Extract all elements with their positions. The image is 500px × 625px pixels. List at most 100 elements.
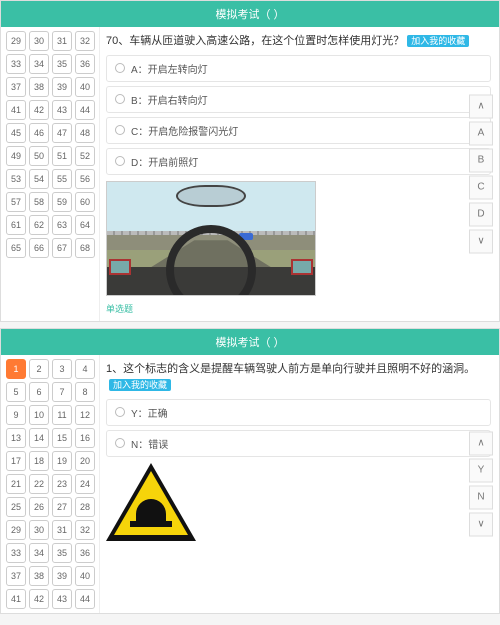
- question-cell-30[interactable]: 30: [29, 520, 49, 540]
- question-cell-50[interactable]: 50: [29, 146, 49, 166]
- question-cell-6[interactable]: 6: [29, 382, 49, 402]
- question-cell-24[interactable]: 24: [75, 474, 95, 494]
- answer-c-button[interactable]: C: [469, 175, 493, 199]
- question-cell-53[interactable]: 53: [6, 169, 26, 189]
- question-cell-42[interactable]: 42: [29, 100, 49, 120]
- question-cell-31[interactable]: 31: [52, 31, 72, 51]
- question-cell-41[interactable]: 41: [6, 100, 26, 120]
- question-cell-12[interactable]: 12: [75, 405, 95, 425]
- question-cell-1[interactable]: 1: [6, 359, 26, 379]
- question-cell-40[interactable]: 40: [75, 566, 95, 586]
- question-cell-28[interactable]: 28: [75, 497, 95, 517]
- question-cell-62[interactable]: 62: [29, 215, 49, 235]
- question-cell-31[interactable]: 31: [52, 520, 72, 540]
- question-cell-19[interactable]: 19: [52, 451, 72, 471]
- question-cell-7[interactable]: 7: [52, 382, 72, 402]
- question-cell-5[interactable]: 5: [6, 382, 26, 402]
- question-cell-37[interactable]: 37: [6, 566, 26, 586]
- question-cell-47[interactable]: 47: [52, 123, 72, 143]
- question-cell-40[interactable]: 40: [75, 77, 95, 97]
- question-cell-18[interactable]: 18: [29, 451, 49, 471]
- question-cell-51[interactable]: 51: [52, 146, 72, 166]
- question-cell-68[interactable]: 68: [75, 238, 95, 258]
- question-cell-45[interactable]: 45: [6, 123, 26, 143]
- question-cell-38[interactable]: 38: [29, 77, 49, 97]
- question-cell-43[interactable]: 43: [52, 589, 72, 609]
- question-cell-46[interactable]: 46: [29, 123, 49, 143]
- answer-y-button[interactable]: Y: [469, 458, 493, 482]
- question-cell-23[interactable]: 23: [52, 474, 72, 494]
- question-cell-35[interactable]: 35: [52, 543, 72, 563]
- question-cell-29[interactable]: 29: [6, 520, 26, 540]
- question-cell-13[interactable]: 13: [6, 428, 26, 448]
- question-cell-60[interactable]: 60: [75, 192, 95, 212]
- question-cell-33[interactable]: 33: [6, 543, 26, 563]
- prev-button[interactable]: ∧: [469, 431, 493, 455]
- question-cell-10[interactable]: 10: [29, 405, 49, 425]
- question-cell-17[interactable]: 17: [6, 451, 26, 471]
- question-cell-64[interactable]: 64: [75, 215, 95, 235]
- question-cell-65[interactable]: 65: [6, 238, 26, 258]
- question-cell-37[interactable]: 37: [6, 77, 26, 97]
- question-cell-30[interactable]: 30: [29, 31, 49, 51]
- question-cell-55[interactable]: 55: [52, 169, 72, 189]
- next-button[interactable]: ∨: [469, 512, 493, 536]
- question-cell-32[interactable]: 32: [75, 31, 95, 51]
- question-cell-4[interactable]: 4: [75, 359, 95, 379]
- question-cell-3[interactable]: 3: [52, 359, 72, 379]
- option-row[interactable]: D：开启前照灯: [106, 148, 491, 175]
- question-cell-67[interactable]: 67: [52, 238, 72, 258]
- question-cell-59[interactable]: 59: [52, 192, 72, 212]
- question-cell-56[interactable]: 56: [75, 169, 95, 189]
- answer-d-button[interactable]: D: [469, 202, 493, 226]
- question-cell-36[interactable]: 36: [75, 54, 95, 74]
- question-cell-27[interactable]: 27: [52, 497, 72, 517]
- add-favorite-button[interactable]: 加入我的收藏: [109, 379, 171, 391]
- question-cell-38[interactable]: 38: [29, 566, 49, 586]
- question-cell-54[interactable]: 54: [29, 169, 49, 189]
- answer-a-button[interactable]: A: [469, 121, 493, 145]
- question-cell-49[interactable]: 49: [6, 146, 26, 166]
- option-row[interactable]: C：开启危险报警闪光灯: [106, 117, 491, 144]
- answer-b-button[interactable]: B: [469, 148, 493, 172]
- option-row[interactable]: A：开启左转向灯: [106, 55, 491, 82]
- question-cell-42[interactable]: 42: [29, 589, 49, 609]
- question-cell-11[interactable]: 11: [52, 405, 72, 425]
- question-cell-35[interactable]: 35: [52, 54, 72, 74]
- question-cell-33[interactable]: 33: [6, 54, 26, 74]
- question-cell-39[interactable]: 39: [52, 77, 72, 97]
- question-cell-52[interactable]: 52: [75, 146, 95, 166]
- question-cell-61[interactable]: 61: [6, 215, 26, 235]
- question-cell-34[interactable]: 34: [29, 54, 49, 74]
- question-cell-32[interactable]: 32: [75, 520, 95, 540]
- question-cell-34[interactable]: 34: [29, 543, 49, 563]
- question-cell-2[interactable]: 2: [29, 359, 49, 379]
- question-cell-25[interactable]: 25: [6, 497, 26, 517]
- next-button[interactable]: ∨: [469, 229, 493, 253]
- question-cell-16[interactable]: 16: [75, 428, 95, 448]
- question-cell-44[interactable]: 44: [75, 589, 95, 609]
- option-row[interactable]: N：错误: [106, 430, 491, 457]
- question-cell-66[interactable]: 66: [29, 238, 49, 258]
- option-row[interactable]: B：开启右转向灯: [106, 86, 491, 113]
- question-cell-8[interactable]: 8: [75, 382, 95, 402]
- question-cell-36[interactable]: 36: [75, 543, 95, 563]
- question-cell-57[interactable]: 57: [6, 192, 26, 212]
- question-cell-39[interactable]: 39: [52, 566, 72, 586]
- option-row[interactable]: Y：正确: [106, 399, 491, 426]
- answer-n-button[interactable]: N: [469, 485, 493, 509]
- question-cell-9[interactable]: 9: [6, 405, 26, 425]
- question-cell-26[interactable]: 26: [29, 497, 49, 517]
- question-cell-29[interactable]: 29: [6, 31, 26, 51]
- question-cell-58[interactable]: 58: [29, 192, 49, 212]
- question-cell-14[interactable]: 14: [29, 428, 49, 448]
- prev-button[interactable]: ∧: [469, 94, 493, 118]
- question-cell-22[interactable]: 22: [29, 474, 49, 494]
- question-cell-15[interactable]: 15: [52, 428, 72, 448]
- add-favorite-button[interactable]: 加入我的收藏: [407, 35, 469, 47]
- question-cell-41[interactable]: 41: [6, 589, 26, 609]
- question-cell-63[interactable]: 63: [52, 215, 72, 235]
- question-cell-44[interactable]: 44: [75, 100, 95, 120]
- question-cell-48[interactable]: 48: [75, 123, 95, 143]
- question-cell-21[interactable]: 21: [6, 474, 26, 494]
